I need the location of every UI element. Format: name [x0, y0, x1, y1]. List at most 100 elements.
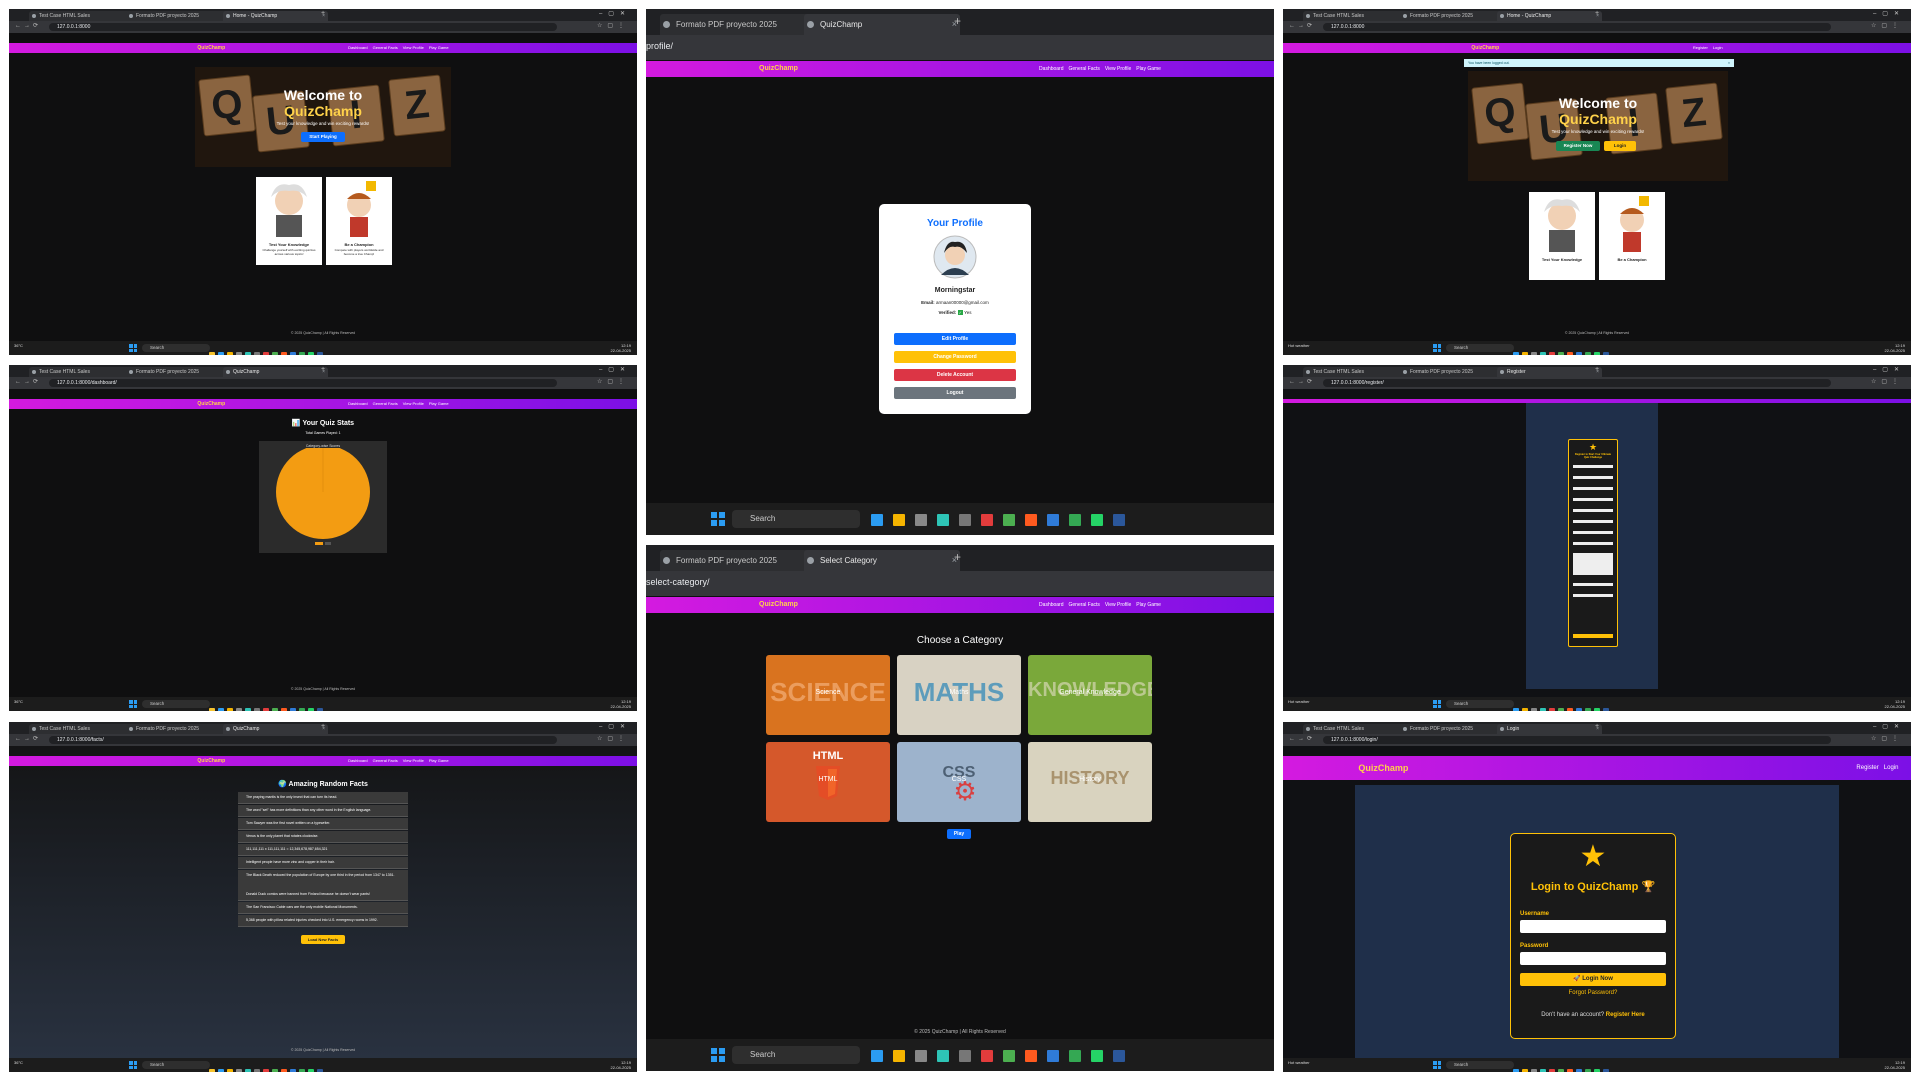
pinned-apps[interactable] — [209, 345, 326, 355]
new-tab-icon[interactable]: + — [1595, 366, 1599, 373]
window-controls[interactable]: –▢✕ — [599, 723, 631, 730]
browser-tab[interactable]: Formato PDF proyecto 2025× — [1400, 724, 1505, 734]
nav-general-facts[interactable]: General Facts — [373, 45, 398, 50]
new-tab-icon[interactable]: + — [1595, 723, 1599, 730]
taskbar-search[interactable]: Search — [732, 510, 860, 528]
system-tray[interactable]: 12:19 22-04-2025 — [611, 1060, 631, 1070]
browser-tab[interactable]: Test Case HTML Sales× — [1303, 367, 1408, 377]
windows-start-icon[interactable] — [129, 344, 137, 352]
nav-dashboard[interactable]: Dashboard — [348, 45, 368, 50]
browser-actions-icon[interactable]: ☆▢⋮ — [597, 22, 629, 29]
browser-tab[interactable]: Formato PDF proyecto 2025× — [660, 550, 816, 571]
taskbar-search[interactable]: Search — [1446, 700, 1514, 708]
system-tray[interactable]: 12:19 22-04-2025 — [611, 343, 631, 353]
browser-tab[interactable]: Test Case HTML Sales× — [1303, 11, 1408, 21]
nav-view-profile[interactable]: View Profile — [403, 758, 424, 763]
password-input[interactable] — [1520, 952, 1666, 965]
windows-start-icon[interactable] — [711, 512, 725, 526]
browser-actions-icon[interactable]: ☆▢⋮ — [597, 378, 629, 385]
register-submit-button[interactable] — [1573, 634, 1613, 638]
window-controls[interactable]: –▢✕ — [1873, 10, 1905, 17]
new-tab-icon[interactable]: + — [321, 723, 325, 730]
browser-tab[interactable]: Formato PDF proyecto 2025× — [1400, 11, 1505, 21]
nav-play-game[interactable]: Play Game — [429, 45, 449, 50]
category-html[interactable]: HTML HTML — [766, 742, 890, 822]
nav-register[interactable]: Register — [1856, 765, 1878, 771]
nav-general-facts[interactable]: General Facts — [1069, 602, 1100, 608]
nav-dashboard[interactable]: Dashboard — [1039, 602, 1063, 608]
nav-dashboard[interactable]: Dashboard — [1039, 66, 1063, 72]
category-general-knowledge[interactable]: KNOWLEDGE General Knowledge — [1028, 655, 1152, 735]
browser-tab[interactable]: Test Case HTML Sales× — [29, 367, 134, 377]
brand-logo[interactable]: QuizChamp — [1358, 756, 1408, 780]
new-tab-icon[interactable]: + — [321, 366, 325, 373]
browser-tab[interactable]: Home - QuizChamp × — [223, 11, 328, 21]
system-tray[interactable]: 12:19 22-04-2025 — [1885, 343, 1905, 353]
windows-start-icon[interactable] — [129, 1061, 137, 1069]
weather-widget[interactable]: 36°C — [14, 699, 23, 704]
windows-start-icon[interactable] — [1433, 700, 1441, 708]
close-icon[interactable]: × — [1728, 59, 1730, 67]
nav-dashboard[interactable]: Dashboard — [348, 758, 368, 763]
browser-tab[interactable]: Test Case HTML Sales× — [29, 724, 134, 734]
brand-logo[interactable]: QuizChamp — [759, 597, 798, 613]
system-tray[interactable]: 12:19 22-04-2025 — [1885, 1060, 1905, 1070]
pinned-apps[interactable] — [209, 1062, 326, 1072]
pinned-apps[interactable] — [1513, 1062, 1612, 1072]
nav-register[interactable]: Register — [1693, 45, 1708, 50]
weather-widget[interactable]: 36°C — [14, 1060, 23, 1065]
nav-general-facts[interactable]: General Facts — [373, 758, 398, 763]
nav-login[interactable]: Login — [1713, 45, 1723, 50]
nav-play-game[interactable]: Play Game — [429, 401, 449, 406]
category-css[interactable]: CSS ⚙ CSS — [897, 742, 1021, 822]
nav-play-game[interactable]: Play Game — [429, 758, 449, 763]
windows-start-icon[interactable] — [711, 1048, 725, 1062]
login-button[interactable]: Login — [1604, 141, 1636, 151]
nav-view-profile[interactable]: View Profile — [1105, 602, 1131, 608]
browser-tab[interactable]: Formato PDF proyecto 2025× — [126, 367, 231, 377]
forgot-password-link[interactable]: Forgot Password? — [1511, 990, 1675, 996]
logout-button[interactable]: Logout — [894, 387, 1016, 399]
start-playing-button[interactable]: Start Playing — [301, 132, 345, 142]
category-history[interactable]: HISTORY History — [1028, 742, 1152, 822]
brand-logo[interactable]: QuizChamp — [1471, 43, 1499, 53]
nav-general-facts[interactable]: General Facts — [1069, 66, 1100, 72]
url-field[interactable]: select-category/ — [646, 577, 710, 587]
url-field[interactable]: 127.0.0.1:8000 — [49, 23, 557, 31]
weather-widget[interactable]: Hot weather — [1288, 1060, 1310, 1065]
username-input[interactable] — [1520, 920, 1666, 933]
weather-widget[interactable]: Hot weather — [1288, 343, 1310, 348]
url-field[interactable]: 127.0.0.1:8000/register/ — [1323, 379, 1831, 387]
browser-tab[interactable]: QuizChamp × — [223, 367, 328, 377]
browser-tab[interactable]: Test Case HTML Sales× — [1303, 724, 1408, 734]
taskbar-search[interactable]: Search — [142, 344, 210, 352]
play-button[interactable]: Play — [947, 829, 971, 839]
window-controls[interactable]: –▢✕ — [1873, 366, 1905, 373]
nav-play-game[interactable]: Play Game — [1136, 66, 1161, 72]
register-now-button[interactable]: Register Now — [1556, 141, 1600, 151]
browser-actions-icon[interactable]: ☆▢⋮ — [1871, 735, 1903, 742]
nav-play-game[interactable]: Play Game — [1136, 602, 1161, 608]
browser-tab[interactable]: Login × — [1497, 724, 1602, 734]
taskbar-search[interactable]: Search — [732, 1046, 860, 1064]
browser-actions-icon[interactable]: ☆▢⋮ — [597, 735, 629, 742]
register-fields[interactable] — [1573, 465, 1613, 597]
browser-tab[interactable]: Formato PDF proyecto 2025× — [126, 724, 231, 734]
register-here-link[interactable]: Register Here — [1606, 1012, 1645, 1018]
system-tray[interactable]: 12:19 22-04-2025 — [611, 699, 631, 709]
load-new-facts-button[interactable]: Load New Facts — [301, 935, 345, 944]
url-field[interactable]: 127.0.0.1:8000/dashboard/ — [49, 379, 557, 387]
browser-tab[interactable]: Formato PDF proyecto 2025× — [126, 11, 231, 21]
brand-logo[interactable]: QuizChamp — [197, 399, 225, 409]
back-forward-reload-icon[interactable]: ←→⟳ — [1289, 735, 1315, 742]
brand-logo[interactable]: QuizChamp — [759, 61, 798, 77]
browser-tab[interactable]: Test Case HTML Sales× — [29, 11, 134, 21]
back-forward-reload-icon[interactable]: ←→⟳ — [1289, 22, 1315, 29]
window-controls[interactable]: –▢✕ — [599, 10, 631, 17]
pinned-apps[interactable] — [209, 701, 326, 711]
browser-tab[interactable]: QuizChamp × — [804, 14, 960, 35]
system-tray[interactable]: 12:19 22-04-2025 — [1885, 699, 1905, 709]
taskbar-search[interactable]: Search — [142, 1061, 210, 1069]
new-tab-icon[interactable]: + — [954, 14, 961, 28]
nav-view-profile[interactable]: View Profile — [1105, 66, 1131, 72]
